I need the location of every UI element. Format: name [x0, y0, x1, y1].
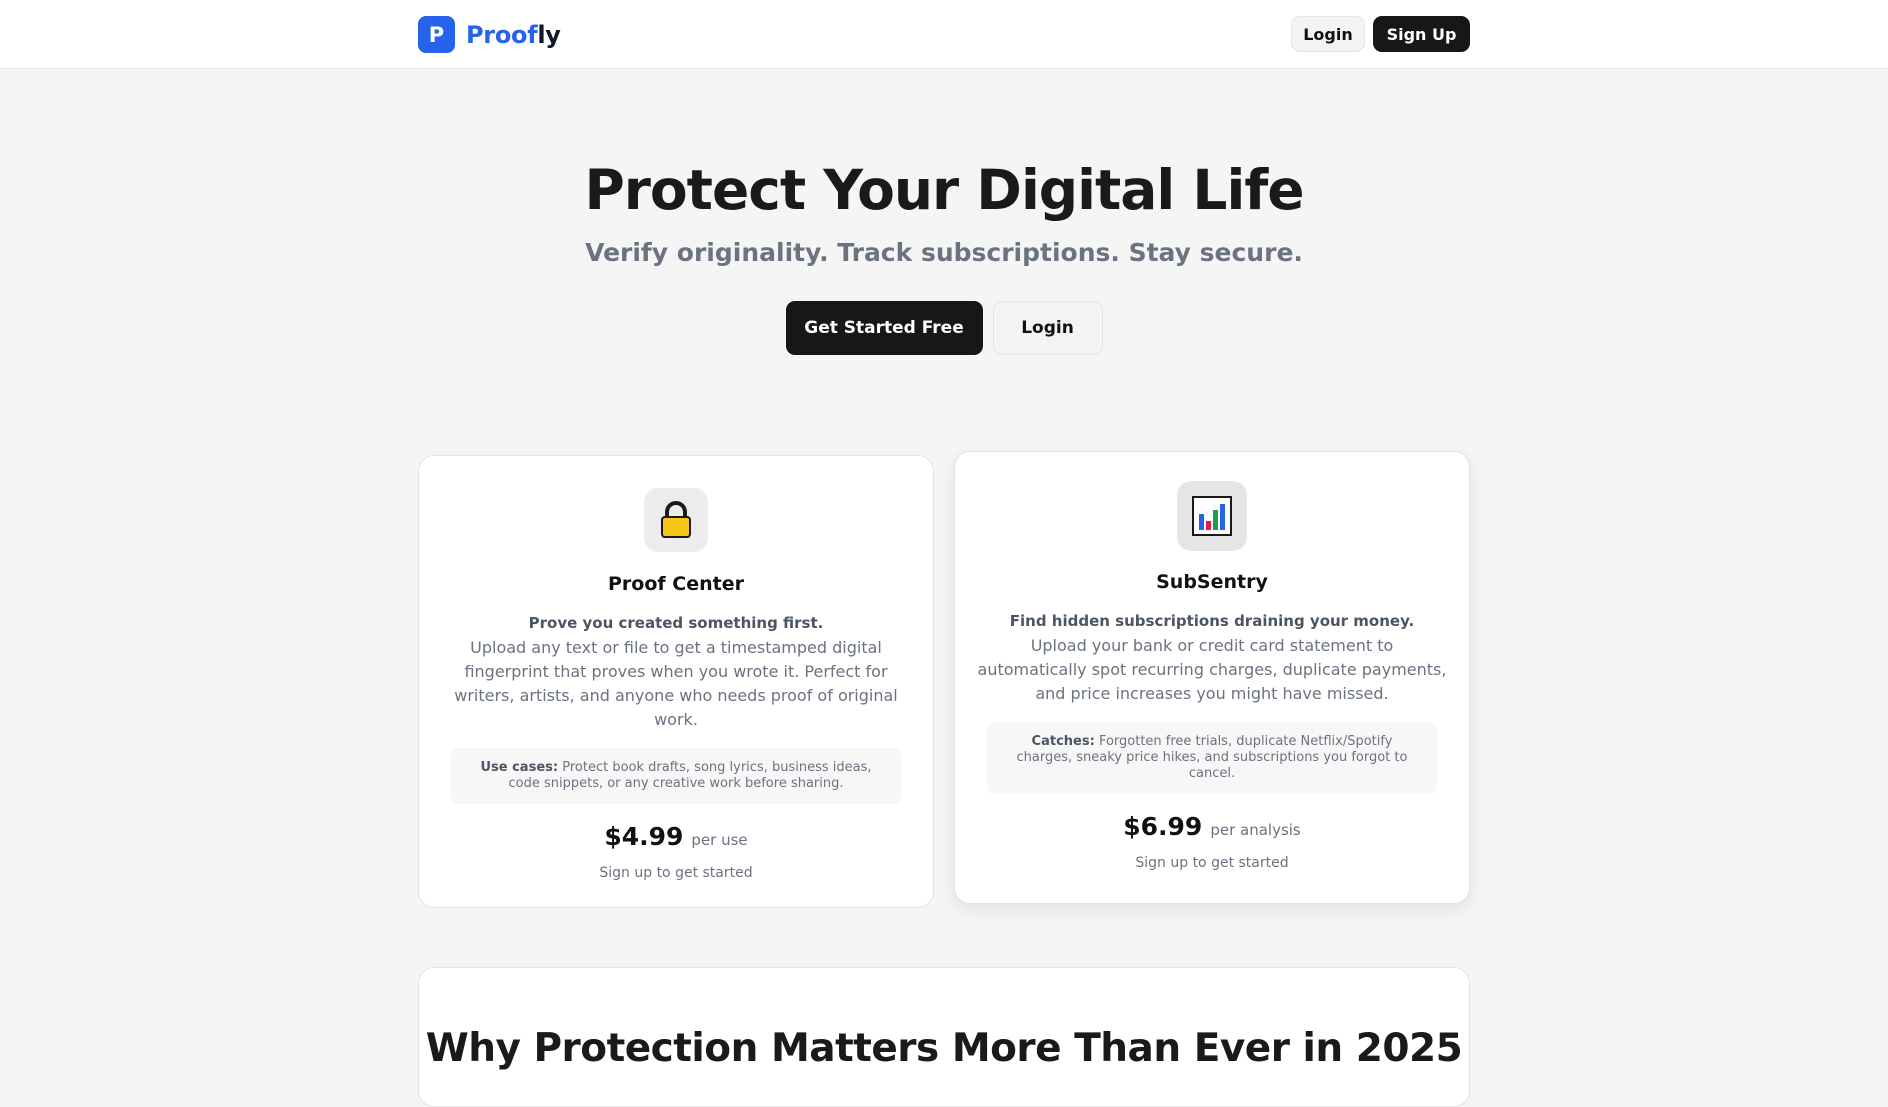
top-navbar: P Proofly Login Sign Up: [0, 0, 1888, 69]
card-title: SubSentry: [1156, 571, 1268, 593]
nav-login-button[interactable]: Login: [1291, 16, 1365, 52]
brand-name: Proofly: [466, 21, 561, 49]
logo-mark: P: [418, 16, 455, 53]
price-unit: per use: [691, 831, 748, 849]
why-protection-section: Why Protection Matters More Than Ever in…: [418, 967, 1470, 1107]
hero-login-button[interactable]: Login: [992, 301, 1103, 355]
use-cases-box: Use cases: Protect book drafts, song lyr…: [451, 748, 901, 804]
price-row: $6.99 per analysis: [955, 812, 1469, 841]
brand-logo-link[interactable]: P Proofly: [418, 16, 561, 53]
price-unit: per analysis: [1210, 821, 1301, 839]
brand-name-part1: Proof: [466, 20, 538, 49]
nav-actions: Login Sign Up: [1291, 16, 1470, 52]
card-description: Upload any text or file to get a timesta…: [454, 638, 898, 729]
use-cases-label: Use cases:: [480, 760, 559, 775]
hero-subtitle: Verify originality. Track subscriptions.…: [585, 238, 1303, 267]
section-title: Why Protection Matters More Than Ever in…: [425, 1026, 1463, 1071]
brand-name-part2: ly: [537, 20, 561, 49]
subsentry-card: SubSentry Find hidden subscriptions drai…: [954, 451, 1470, 904]
card-signup-hint: Sign up to get started: [1135, 855, 1289, 871]
price-value: $4.99: [604, 822, 684, 851]
hero-actions: Get Started Free Login: [0, 301, 1888, 355]
bar-chart-icon: [1177, 481, 1247, 551]
hero-title: Protect Your Digital Life: [584, 158, 1304, 222]
lock-icon: [644, 488, 708, 552]
card-signup-hint: Sign up to get started: [599, 865, 753, 881]
proof-center-card: Proof Center Prove you created something…: [418, 455, 934, 908]
card-title: Proof Center: [608, 573, 744, 595]
price-row: $4.99 per use: [419, 822, 933, 851]
get-started-button[interactable]: Get Started Free: [785, 301, 983, 355]
nav-signup-button[interactable]: Sign Up: [1373, 16, 1470, 52]
card-description: Upload your bank or credit card statemen…: [977, 636, 1447, 703]
card-lead: Prove you created something first.: [528, 614, 824, 632]
card-lead: Find hidden subscriptions draining your …: [1009, 612, 1415, 630]
catches-label: Catches:: [1031, 734, 1095, 749]
price-value: $6.99: [1123, 812, 1203, 841]
catches-box: Catches: Forgotten free trials, duplicat…: [987, 722, 1437, 794]
use-cases-text: Protect book drafts, song lyrics, busine…: [508, 760, 872, 791]
